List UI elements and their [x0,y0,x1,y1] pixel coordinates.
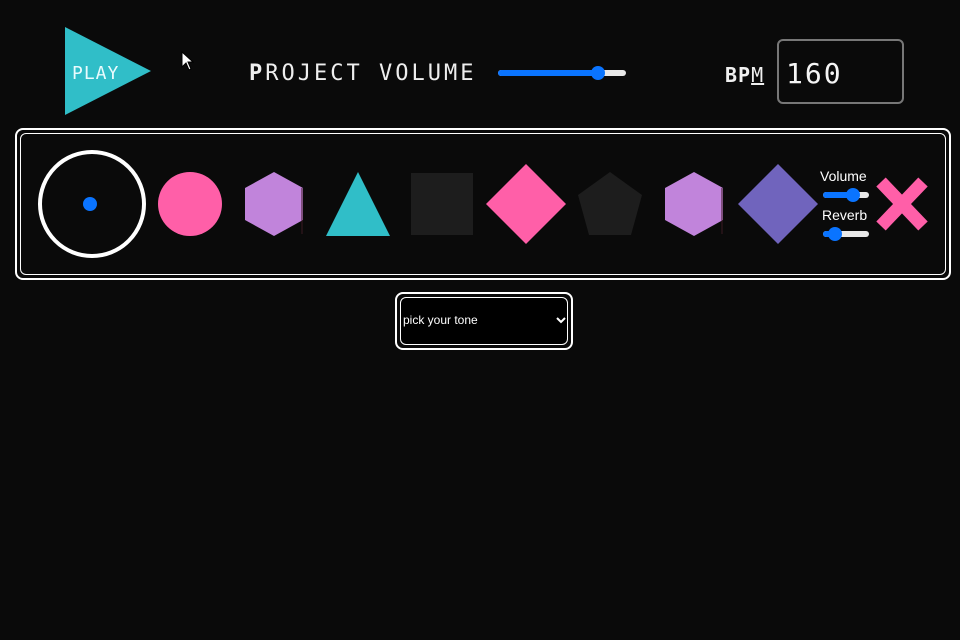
shape-pentagon[interactable] [578,172,642,235]
tone-select[interactable]: pick your tone [395,292,573,350]
bpm-input[interactable]: 160 [777,39,904,104]
shape-diamond[interactable] [486,164,566,244]
track-reverb-slider-thumb[interactable] [827,227,842,241]
play-label: PLAY [72,63,120,84]
project-volume-slider-fill [498,70,598,76]
delete-x-icon[interactable] [876,177,928,231]
mouse-cursor-icon [181,51,195,71]
project-volume-slider-thumb[interactable] [590,66,605,80]
shape-circle[interactable] [158,172,222,236]
shape-circle-outline-selected[interactable] [38,150,146,258]
track-reverb-slider[interactable] [823,227,869,241]
track-reverb-label: Reverb [822,207,868,223]
chevron-down-icon [556,317,566,324]
play-button[interactable]: PLAY [63,27,153,117]
shape-square[interactable] [411,173,473,235]
bpm-label: BPM [725,63,765,87]
shape-hexagon[interactable] [245,172,303,236]
shape-diamond-2[interactable] [738,164,818,244]
shape-row [38,150,928,258]
track-volume-slider-thumb[interactable] [845,188,860,202]
shape-hexagon-2[interactable] [665,172,723,236]
playhead-dot-icon [83,197,97,211]
track-panel: Volume Reverb [15,128,951,280]
track-volume-slider[interactable] [823,188,869,202]
project-volume-label: PROJECT VOLUME [249,61,477,86]
track-volume-label: Volume [820,168,867,184]
shape-triangle[interactable] [326,172,390,236]
project-volume-slider[interactable] [498,66,626,80]
tone-select-value: pick your tone [403,313,478,327]
